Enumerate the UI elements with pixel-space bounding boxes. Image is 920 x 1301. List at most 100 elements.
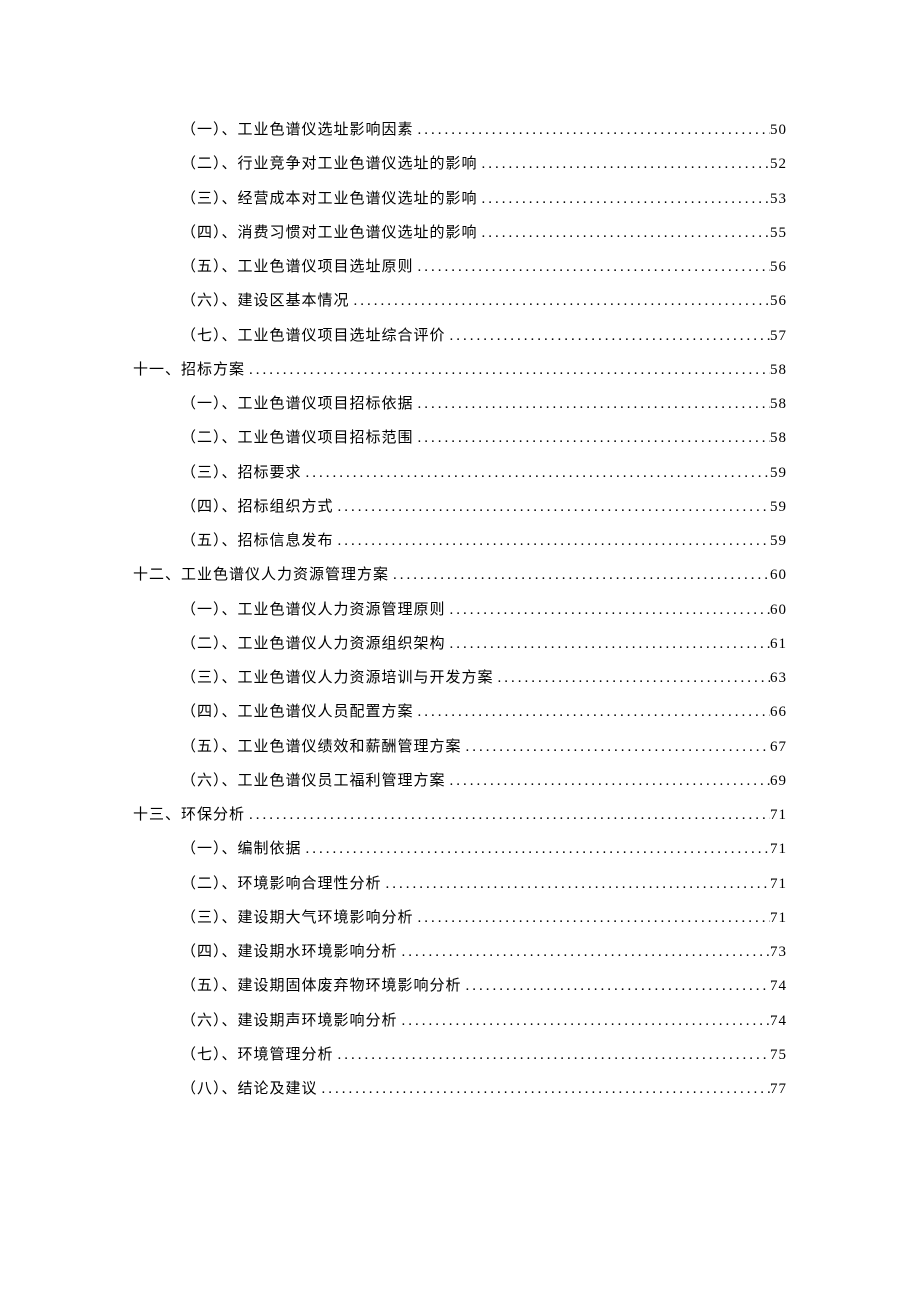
toc-dots [414, 906, 770, 931]
toc-entry: （三）、经营成本对工业色谱仪选址的影响 53 [181, 187, 787, 212]
table-of-contents: （一）、工业色谱仪选址影响因素50 （二）、行业竞争对工业色谱仪选址的影响52 （三… [133, 118, 787, 1102]
toc-entry: （七）、环境管理分析 75 [181, 1043, 787, 1068]
toc-dots [414, 392, 770, 417]
toc-entry: （六）、建设期声环境影响分析 74 [181, 1009, 787, 1034]
toc-entry: （三）、招标要求 59 [181, 461, 787, 486]
toc-entry-page: 59 [770, 529, 787, 554]
toc-entry-page: 66 [770, 700, 787, 725]
toc-entry: （五）、建设期固体废弃物环境影响分析 74 [181, 974, 787, 999]
toc-dots [334, 1043, 770, 1068]
toc-entry-page: 73 [770, 940, 787, 965]
toc-entry-title: （五）、招标信息发布 [181, 529, 334, 554]
toc-entry: （四）、建设期水环境影响分析 73 [181, 940, 787, 965]
toc-entry-page: 57 [770, 324, 787, 349]
toc-dots [334, 495, 770, 520]
toc-entry-title: （二）、环境影响合理性分析 [181, 872, 382, 897]
toc-entry-title: （四）、建设期水环境影响分析 [181, 940, 398, 965]
toc-entry: （二）、工业色谱仪人力资源组织架构61 [181, 632, 787, 657]
toc-entry-title: （八）、结论及建议 [181, 1077, 318, 1102]
toc-entry-title: （三）、招标要求 [181, 461, 302, 486]
toc-entry-page: 58 [770, 392, 787, 417]
toc-entry-page: 58 [770, 358, 787, 383]
toc-dots [398, 1009, 770, 1034]
toc-entry: （二）、行业竞争对工业色谱仪选址的影响52 [181, 152, 787, 177]
toc-entry-page: 59 [770, 495, 787, 520]
toc-entry: （七）、工业色谱仪项目选址综合评价 57 [181, 324, 787, 349]
toc-entry-title: （四）、招标组织方式 [181, 495, 334, 520]
toc-dots [446, 324, 770, 349]
toc-entry-page: 74 [770, 974, 787, 999]
toc-entry-title: 十三、环保分析 [133, 803, 245, 828]
toc-entry: （六）、工业色谱仪员工福利管理方案 69 [181, 769, 787, 794]
toc-entry: （二）、环境影响合理性分析 71 [181, 872, 787, 897]
toc-dots [478, 152, 770, 177]
toc-dots [389, 563, 770, 588]
toc-entry-title: （五）、建设期固体废弃物环境影响分析 [181, 974, 462, 999]
toc-entry-title: （三）、经营成本对工业色谱仪选址的影响 [181, 187, 478, 212]
toc-entry: （五）、招标信息发布 59 [181, 529, 787, 554]
toc-entry-page: 67 [770, 735, 787, 760]
toc-dots [318, 1077, 770, 1102]
toc-entry-title: （六）、建设期声环境影响分析 [181, 1009, 398, 1034]
toc-entry-title: （五）、工业色谱仪项目选址原则 [181, 255, 414, 280]
toc-dots [446, 598, 770, 623]
toc-entry-title: 十一、招标方案 [133, 358, 245, 383]
toc-entry-page: 71 [770, 803, 787, 828]
toc-dots [494, 666, 770, 691]
toc-entry-title: （一）、工业色谱仪选址影响因素 [181, 118, 414, 143]
toc-entry: （五）、工业色谱仪绩效和薪酬管理方案 67 [181, 735, 787, 760]
toc-entry-page: 56 [770, 255, 787, 280]
toc-entry-page: 69 [770, 769, 787, 794]
toc-dots [245, 803, 770, 828]
toc-entry-title: （四）、工业色谱仪人员配置方案 [181, 700, 414, 725]
toc-dots [478, 187, 770, 212]
toc-entry-title: （五）、工业色谱仪绩效和薪酬管理方案 [181, 735, 462, 760]
toc-entry-page: 75 [770, 1043, 787, 1068]
toc-dots [414, 118, 770, 143]
toc-entry-page: 71 [770, 837, 787, 862]
toc-entry-title: （二）、工业色谱仪人力资源组织架构 [181, 632, 446, 657]
toc-entry-title: （一）、编制依据 [181, 837, 302, 862]
toc-entry: （四）、消费习惯对工业色谱仪选址的影响55 [181, 221, 787, 246]
toc-entry-title: （六）、工业色谱仪员工福利管理方案 [181, 769, 446, 794]
toc-entry: （一）、工业色谱仪人力资源管理原则 60 [181, 598, 787, 623]
toc-entry-title: （一）、工业色谱仪项目招标依据 [181, 392, 414, 417]
toc-entry: （二）、工业色谱仪项目招标范围 58 [181, 426, 787, 451]
toc-entry-page: 58 [770, 426, 787, 451]
toc-dots [478, 221, 770, 246]
toc-entry-title: （三）、建设期大气环境影响分析 [181, 906, 414, 931]
toc-entry-page: 74 [770, 1009, 787, 1034]
toc-entry: 十二、工业色谱仪人力资源管理方案60 [133, 563, 787, 588]
toc-entry: （六）、建设区基本情况 56 [181, 289, 787, 314]
toc-entry-title: （一）、工业色谱仪人力资源管理原则 [181, 598, 446, 623]
toc-entry-title: （七）、环境管理分析 [181, 1043, 334, 1068]
toc-dots [462, 735, 770, 760]
toc-entry-title: （三）、工业色谱仪人力资源培训与开发方案 [181, 666, 494, 691]
toc-entry-title: （六）、建设区基本情况 [181, 289, 350, 314]
toc-entry: （四）、工业色谱仪人员配置方案 66 [181, 700, 787, 725]
toc-entry-page: 71 [770, 906, 787, 931]
toc-entry-page: 77 [770, 1077, 787, 1102]
toc-entry-title: （七）、工业色谱仪项目选址综合评价 [181, 324, 446, 349]
toc-entry-page: 56 [770, 289, 787, 314]
toc-dots [462, 974, 770, 999]
toc-entry-page: 60 [770, 598, 787, 623]
toc-dots [302, 837, 770, 862]
toc-dots [382, 872, 770, 897]
toc-entry-page: 53 [770, 187, 787, 212]
toc-entry: （五）、工业色谱仪项目选址原则 56 [181, 255, 787, 280]
toc-entry: （三）、建设期大气环境影响分析 71 [181, 906, 787, 931]
toc-entry: （一）、工业色谱仪项目招标依据 58 [181, 392, 787, 417]
toc-entry-page: 63 [770, 666, 787, 691]
toc-entry-title: （二）、工业色谱仪项目招标范围 [181, 426, 414, 451]
toc-dots [446, 769, 770, 794]
toc-entry-page: 55 [770, 221, 787, 246]
toc-entry-page: 59 [770, 461, 787, 486]
toc-dots [414, 700, 770, 725]
toc-entry: （一）、工业色谱仪选址影响因素50 [181, 118, 787, 143]
toc-entry: （四）、招标组织方式 59 [181, 495, 787, 520]
toc-dots [414, 255, 770, 280]
toc-dots [446, 632, 770, 657]
toc-entry-page: 71 [770, 872, 787, 897]
toc-dots [414, 426, 770, 451]
